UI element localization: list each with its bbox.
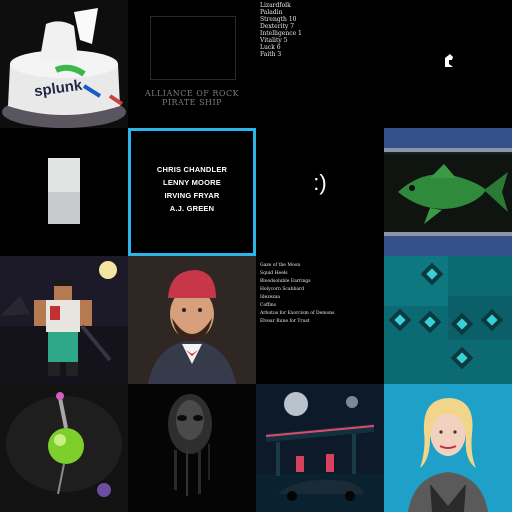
- pixel-fighter-image: [0, 256, 128, 384]
- tile-alliance-of-rock[interactable]: ALLIANCE OF ROCK PIRATE SHIP: [128, 0, 256, 128]
- gas-station-image: [256, 384, 384, 512]
- stat-line: Intelligence 1: [260, 30, 302, 37]
- smiley-text: :): [313, 170, 327, 195]
- tile-item-list[interactable]: Gaze of the Moon Squid Heels Bloodsolubl…: [256, 256, 384, 384]
- item-line: Idezezaa: [260, 295, 281, 300]
- tile-splunk-cake[interactable]: splunk: [0, 0, 128, 128]
- teal-squares-image: [384, 256, 512, 384]
- blonde-woman-image: [384, 384, 512, 512]
- stat-line: Dexterity 7: [260, 23, 295, 30]
- image-frame: [150, 16, 236, 80]
- tile-player-names[interactable]: CHRIS CHANDLER LENNY MOORE IRVING FRYAR …: [128, 128, 256, 256]
- stat-line: Strength 10: [260, 16, 297, 23]
- grey-swatch-image: [48, 158, 80, 224]
- tile-gas-station[interactable]: [256, 384, 384, 512]
- tile-shadow-face[interactable]: [128, 384, 256, 512]
- tile-chess-knight[interactable]: [384, 0, 512, 128]
- stat-line: Lizardfolk: [260, 2, 291, 9]
- item-line: Coffins: [260, 303, 276, 308]
- item-line: Holycorn Scabbard: [260, 287, 305, 292]
- tile-smiley[interactable]: :): [256, 128, 384, 256]
- chess-knight-icon: [445, 54, 453, 67]
- alliance-caption-line-2: PIRATE SHIP: [161, 98, 223, 107]
- player-name: LENNY MOORE: [163, 178, 221, 187]
- player-name: IRVING FRYAR: [164, 191, 220, 200]
- stat-line: Paladin: [260, 9, 283, 16]
- potion-bottle-image: [0, 384, 128, 512]
- tile-grey-swatch[interactable]: [0, 128, 128, 256]
- item-line: Elvear Rune for Trust: [260, 319, 310, 324]
- goldfish-image: [384, 128, 512, 256]
- bearded-man-image: [128, 256, 256, 384]
- tile-bearded-man[interactable]: [128, 256, 256, 384]
- tile-pixel-fighter[interactable]: [0, 256, 128, 384]
- image-grid: splunk ALLIANCE OF ROCK PIRATE SHIP Liza…: [0, 0, 512, 512]
- alliance-caption-line-1: ALLIANCE OF ROCK: [144, 89, 240, 98]
- stat-line: Vitality 5: [260, 37, 288, 44]
- item-line: Gaze of the Moon: [260, 263, 301, 268]
- item-line: Squid Heels: [260, 271, 288, 276]
- tile-blonde-woman[interactable]: [384, 384, 512, 512]
- tile-potion-bottle[interactable]: [0, 384, 128, 512]
- tile-teal-squares[interactable]: [384, 256, 512, 384]
- player-name: A.J. GREEN: [169, 204, 215, 213]
- stat-line: Faith 3: [260, 51, 282, 58]
- splunk-cake-image: [0, 0, 128, 128]
- item-line: Bloodsoluble Earrings: [260, 279, 311, 284]
- player-name: CHRIS CHANDLER: [156, 165, 228, 174]
- item-line: Arbutus for Exorcism of Demons: [260, 311, 335, 316]
- tile-goldfish[interactable]: [384, 128, 512, 256]
- tile-character-stats[interactable]: Lizardfolk Paladin Strength 10 Dexterity…: [256, 0, 384, 128]
- shadow-face-image: [128, 384, 256, 512]
- stat-line: Luck 6: [260, 44, 281, 51]
